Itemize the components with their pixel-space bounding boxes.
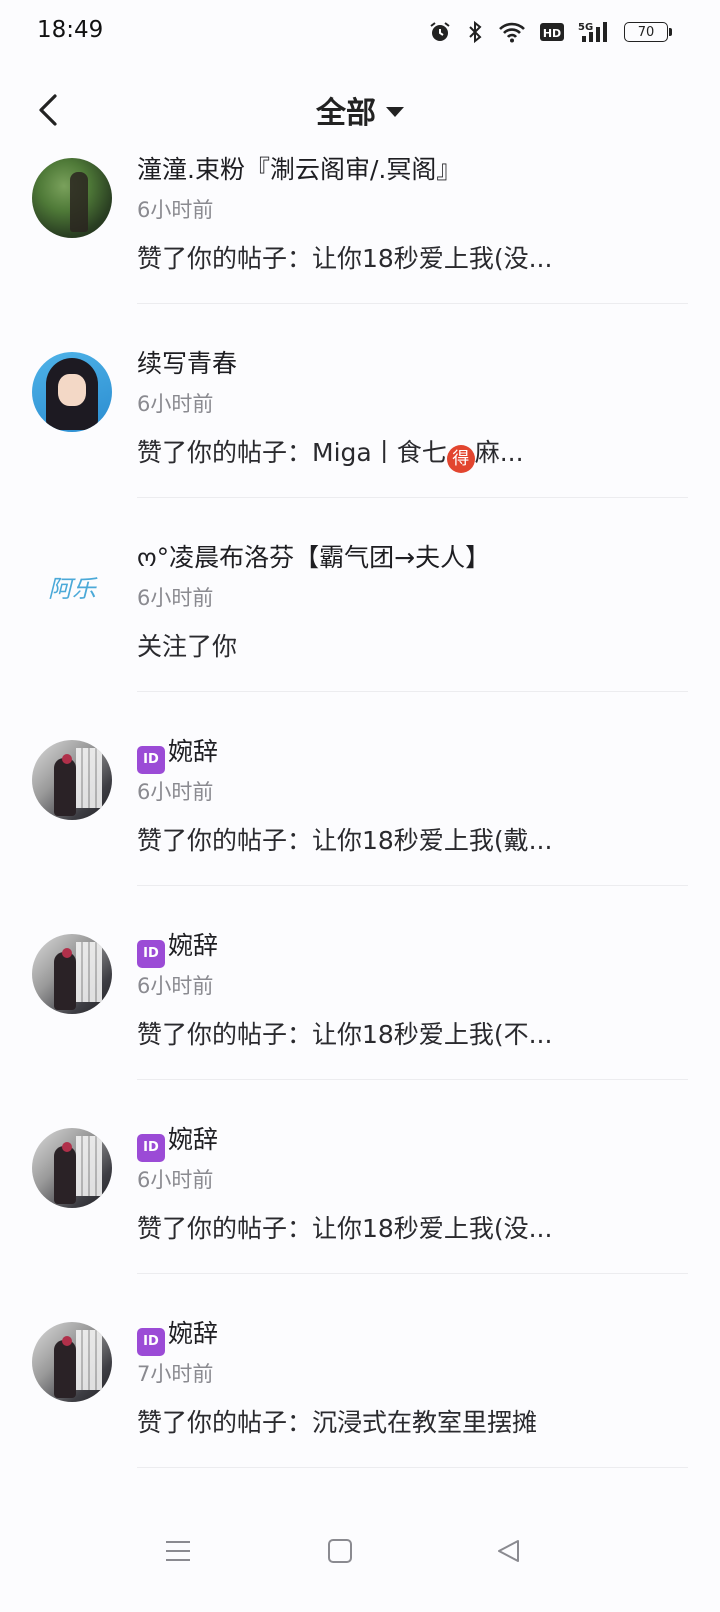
- system-nav-bar: [0, 1488, 720, 1612]
- battery-icon: 70: [624, 22, 672, 42]
- alarm-icon: [430, 22, 450, 41]
- divider: [137, 1079, 688, 1080]
- user-name-text: 婉辞: [168, 737, 219, 766]
- battery-level: 70: [637, 24, 655, 40]
- id-badge-icon: ID: [137, 1328, 165, 1356]
- action-text[interactable]: 赞了你的帖子：沉浸式在教室里摆摊: [137, 1403, 537, 1439]
- avatar[interactable]: [32, 1322, 112, 1402]
- user-name-text: 婉辞: [168, 931, 219, 960]
- timestamp: 6小时前: [137, 392, 214, 416]
- notification-item[interactable]: ID 婉辞 6小时前 赞了你的帖子：让你18秒爱上我(不...: [0, 926, 720, 1126]
- timestamp: 6小时前: [137, 1168, 214, 1192]
- hd-label: HD: [543, 27, 561, 40]
- home-button[interactable]: [315, 1526, 365, 1576]
- user-name[interactable]: ID 婉辞: [137, 1314, 218, 1356]
- de-emoji-icon: 得: [446, 445, 475, 473]
- divider: [137, 303, 688, 304]
- divider: [137, 497, 688, 498]
- filter-dropdown[interactable]: 全部: [0, 88, 720, 132]
- menu-icon: [166, 1541, 190, 1561]
- notification-item[interactable]: 续写青春 6小时前 赞了你的帖子：Miga丨食七得麻...: [0, 344, 720, 544]
- action-text[interactable]: 赞了你的帖子：让你18秒爱上我(不...: [137, 1015, 552, 1051]
- wifi-icon: [499, 22, 525, 43]
- id-badge-icon: ID: [137, 1134, 165, 1162]
- avatar[interactable]: [32, 352, 112, 432]
- action-text[interactable]: 赞了你的帖子：让你18秒爱上我(没...: [137, 239, 552, 275]
- timestamp: 7小时前: [137, 1362, 214, 1386]
- timestamp: 6小时前: [137, 586, 214, 610]
- system-back-button[interactable]: [484, 1526, 534, 1576]
- user-name-text: 婉辞: [168, 1125, 219, 1154]
- notification-item[interactable]: ID 婉辞 7小时前 赞了你的帖子：沉浸式在教室里摆摊: [0, 1314, 720, 1514]
- action-text[interactable]: 赞了你的帖子：Miga丨食七得麻...: [137, 433, 524, 473]
- timestamp: 6小时前: [137, 198, 214, 222]
- avatar[interactable]: [32, 740, 112, 820]
- notification-item[interactable]: ID 婉辞 6小时前 赞了你的帖子：让你18秒爱上我(没...: [0, 1120, 720, 1320]
- page-title: 全部: [316, 96, 376, 131]
- user-name[interactable]: ო°凌晨布洛芬【霸气团→夫人】: [137, 538, 490, 574]
- bluetooth-icon: [469, 20, 482, 44]
- avatar[interactable]: [32, 1128, 112, 1208]
- dropdown-caret-icon: [386, 107, 404, 117]
- avatar[interactable]: [32, 934, 112, 1014]
- status-time: 18:49: [37, 17, 104, 43]
- divider: [137, 691, 688, 692]
- avatar[interactable]: 阿乐: [32, 546, 112, 626]
- notification-item[interactable]: 潼潼.束粉『淛云阁审/.冥阁』 6小时前 赞了你的帖子：让你18秒爱上我(没..…: [0, 150, 720, 350]
- user-name[interactable]: 潼潼.束粉『淛云阁审/.冥阁』: [137, 150, 461, 186]
- user-name[interactable]: ID 婉辞: [137, 1120, 218, 1162]
- action-text[interactable]: 关注了你: [137, 627, 237, 663]
- id-badge-icon: ID: [137, 940, 165, 968]
- status-icons: HD 5G 70: [428, 18, 672, 46]
- home-square-icon: [328, 1539, 352, 1563]
- user-name[interactable]: 续写青春: [137, 344, 237, 380]
- notification-item[interactable]: 阿乐 ო°凌晨布洛芬【霸气团→夫人】 6小时前 关注了你: [0, 538, 720, 738]
- network-label: 5G: [578, 22, 593, 33]
- user-name[interactable]: ID 婉辞: [137, 926, 218, 968]
- action-text-suffix: 麻...: [474, 438, 524, 467]
- action-text[interactable]: 赞了你的帖子：让你18秒爱上我(戴...: [137, 821, 552, 857]
- action-text[interactable]: 赞了你的帖子：让你18秒爱上我(没...: [137, 1209, 552, 1245]
- header: 全部: [0, 66, 720, 156]
- user-name-text: 婉辞: [168, 1319, 219, 1348]
- notification-item[interactable]: ID 婉辞 6小时前 赞了你的帖子：让你18秒爱上我(戴...: [0, 732, 720, 932]
- hd-icon: HD: [540, 23, 564, 41]
- divider: [137, 1467, 688, 1468]
- status-bar: 18:49 HD 5G 70: [0, 0, 720, 66]
- 5g-signal-icon: 5G: [578, 22, 607, 42]
- notification-list: 潼潼.束粉『淛云阁审/.冥阁』 6小时前 赞了你的帖子：让你18秒爱上我(没..…: [0, 150, 720, 1550]
- avatar[interactable]: [32, 158, 112, 238]
- divider: [137, 1273, 688, 1274]
- timestamp: 6小时前: [137, 780, 214, 804]
- divider: [137, 885, 688, 886]
- back-triangle-icon: [498, 1540, 519, 1562]
- action-text-prefix: 赞了你的帖子：Miga丨食七: [137, 438, 447, 467]
- user-name[interactable]: ID 婉辞: [137, 732, 218, 774]
- menu-button[interactable]: [153, 1526, 203, 1576]
- id-badge-icon: ID: [137, 746, 165, 774]
- timestamp: 6小时前: [137, 974, 214, 998]
